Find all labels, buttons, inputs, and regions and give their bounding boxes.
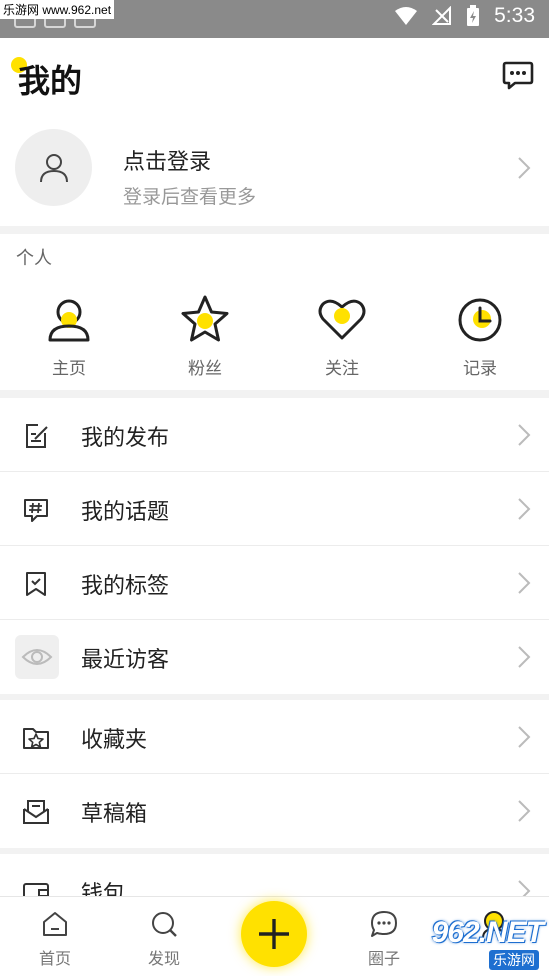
tab-discover[interactable]: 发现	[124, 909, 204, 969]
quick-link-label: 粉丝	[188, 359, 222, 379]
user-placeholder-icon	[39, 153, 68, 182]
discover-icon	[152, 912, 177, 937]
wallet-icon	[23, 883, 49, 896]
menu-group: 钱包	[0, 854, 549, 896]
quick-link-follow[interactable]: 关注	[297, 292, 387, 379]
menu-item-drafts[interactable]: 草稿箱	[0, 774, 549, 848]
site-logo-watermark: 962.NET 乐游网	[411, 916, 544, 970]
no-signal-icon	[432, 6, 452, 25]
chevron-right-icon	[518, 157, 531, 179]
chevron-right-icon	[518, 880, 531, 896]
site-watermark: 乐游网 www.962.net	[0, 0, 115, 19]
quick-link-label: 关注	[325, 359, 359, 379]
bottom-tab-bar: 首页 发现 圈子 962.NET 乐游网	[0, 896, 549, 976]
menu-item-my-topics[interactable]: 我的话题	[0, 472, 549, 546]
plus-icon	[259, 919, 289, 949]
menu-item-label: 钱包	[81, 882, 126, 896]
hashtag-icon	[24, 499, 48, 522]
login-subtitle: 登录后查看更多	[123, 186, 257, 208]
quick-link-label: 记录	[463, 359, 497, 379]
section-label: 个人	[16, 248, 52, 269]
wifi-icon	[395, 7, 418, 25]
status-time: 5:33	[494, 4, 535, 27]
chevron-right-icon	[518, 800, 531, 822]
edit-icon	[26, 424, 48, 448]
avatar[interactable]	[15, 129, 92, 206]
heart-icon	[318, 299, 366, 340]
status-system-icons: 5:33	[394, 4, 535, 28]
battery-charging-icon	[467, 5, 480, 26]
bookmark-icon	[26, 572, 46, 596]
tab-label: 首页	[38, 949, 71, 968]
login-title: 点击登录	[123, 150, 212, 175]
personal-section: 个人 主页 粉丝 关注 记录	[0, 234, 549, 390]
draft-icon	[23, 800, 49, 824]
folder-star-icon	[23, 728, 49, 749]
page-header: 我的	[0, 38, 549, 118]
eye-icon	[21, 649, 53, 665]
quick-link-history[interactable]: 记录	[435, 292, 525, 379]
chevron-right-icon	[518, 572, 531, 594]
user-icon	[48, 299, 90, 342]
chat-icon	[371, 911, 397, 937]
chevron-right-icon	[518, 726, 531, 748]
menu-item-label: 我的标签	[81, 574, 170, 599]
watermark-text: 乐游网	[489, 950, 539, 970]
menu-item-label: 收藏夹	[81, 728, 148, 753]
menu-item-wallet[interactable]: 钱包	[0, 854, 549, 896]
menu-item-label: 草稿箱	[81, 802, 148, 827]
home-icon	[43, 912, 67, 936]
star-icon	[181, 295, 229, 342]
chevron-right-icon	[518, 646, 531, 668]
menu-item-recent-visitors[interactable]: 最近访客	[0, 620, 549, 694]
menu-item-my-tags[interactable]: 我的标签	[0, 546, 549, 620]
menu-item-my-posts[interactable]: 我的发布	[0, 398, 549, 472]
menu-group: 收藏夹 草稿箱	[0, 700, 549, 848]
chevron-right-icon	[518, 498, 531, 520]
watermark-number: 962.NET	[431, 916, 544, 949]
menu-item-label: 我的话题	[81, 500, 170, 525]
login-card[interactable]: 点击登录 登录后查看更多	[0, 118, 549, 226]
chevron-right-icon	[518, 424, 531, 446]
message-icon[interactable]	[501, 58, 535, 92]
post-fab-button[interactable]	[241, 901, 307, 967]
page-title: 我的	[18, 62, 83, 100]
quick-link-label: 主页	[52, 359, 86, 379]
menu-item-label: 我的发布	[81, 426, 170, 451]
menu-item-favorites[interactable]: 收藏夹	[0, 700, 549, 774]
clock-icon	[458, 298, 502, 342]
quick-link-home[interactable]: 主页	[24, 292, 114, 379]
menu-group: 我的发布 我的话题 我的标签 最近访客	[0, 398, 549, 694]
eye-icon-box	[15, 635, 59, 679]
tab-home[interactable]: 首页	[15, 909, 95, 969]
quick-link-fans[interactable]: 粉丝	[160, 292, 250, 379]
menu-item-label: 最近访客	[81, 648, 170, 673]
tab-label: 发现	[147, 949, 180, 968]
